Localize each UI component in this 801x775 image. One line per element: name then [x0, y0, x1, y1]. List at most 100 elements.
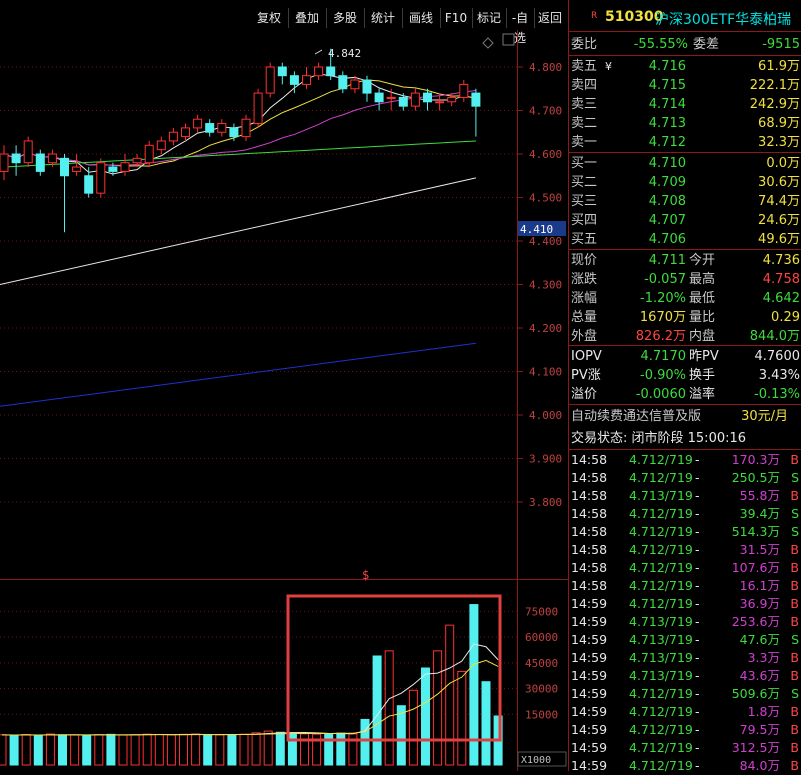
volume-bar[interactable] — [33, 735, 43, 766]
candle-body[interactable] — [326, 66, 336, 77]
candle-body[interactable] — [47, 153, 57, 164]
volume-bar[interactable] — [106, 733, 116, 766]
tick-volume: 1.8万 — [747, 704, 780, 719]
tick-price: 4.712/719 — [629, 542, 693, 557]
candle-body[interactable] — [144, 144, 154, 164]
volume-bar[interactable] — [215, 734, 225, 766]
tick-time: 14:58 — [571, 524, 608, 539]
volume-bar[interactable] — [166, 734, 176, 766]
candle-body[interactable] — [72, 166, 82, 172]
volume-bar[interactable] — [372, 655, 382, 766]
candle-body[interactable] — [229, 127, 239, 138]
volume-bar[interactable] — [408, 689, 418, 766]
volume-bar[interactable] — [191, 733, 201, 766]
candle-body[interactable] — [108, 166, 118, 172]
promo-price[interactable]: 30元/月 — [741, 407, 788, 426]
volume-bar[interactable] — [384, 650, 394, 766]
candle-body[interactable] — [374, 92, 384, 103]
candle-body[interactable] — [302, 75, 311, 85]
volume-bar[interactable] — [0, 734, 7, 766]
candle-body[interactable] — [362, 79, 372, 94]
candle-body[interactable] — [459, 83, 469, 98]
toolbar-watchlist-button[interactable]: -自选 — [506, 8, 535, 45]
tick-price: 4.713/719 — [629, 668, 693, 683]
volume-bar[interactable] — [287, 732, 297, 766]
volume-bar[interactable] — [360, 718, 370, 766]
volume-bar[interactable] — [239, 733, 249, 766]
tick-side: S — [791, 506, 799, 521]
tick-price: 4.712/719 — [629, 506, 693, 521]
candle-body[interactable] — [205, 123, 215, 133]
volume-bar[interactable] — [336, 732, 346, 766]
candle-body[interactable] — [23, 140, 33, 164]
candle-body[interactable] — [289, 75, 299, 85]
volume-bar[interactable] — [396, 705, 406, 766]
candle-body[interactable] — [181, 127, 190, 138]
candle-body[interactable] — [410, 92, 420, 107]
toolbar-f10-button[interactable]: F10 — [440, 8, 473, 28]
candle-body[interactable] — [0, 153, 9, 172]
volume-bar[interactable] — [251, 732, 261, 766]
candle-body[interactable] — [156, 140, 166, 151]
volume-bar[interactable] — [481, 681, 491, 766]
volume-bar[interactable] — [179, 733, 188, 766]
volume-bar[interactable] — [203, 734, 213, 766]
volume-bar[interactable] — [457, 670, 467, 766]
window-toggle-icon[interactable] — [502, 33, 515, 46]
kline-chart-area[interactable]: $ 4.800 4.700 4.600 4.500 4.400 4.300 4.200 4.1… — [0, 30, 568, 771]
kline-chart[interactable]: $ 4.800 4.700 4.600 4.500 4.400 4.300 4.200 4.1… — [0, 30, 568, 771]
toolbar-draw-line-button[interactable]: 画线 — [402, 8, 441, 28]
candle-body[interactable] — [435, 101, 445, 104]
panel-divider-marker[interactable]: $ — [362, 568, 369, 582]
candle-body[interactable] — [241, 118, 251, 138]
volume-bar[interactable] — [94, 734, 104, 766]
candle-body[interactable] — [398, 96, 408, 107]
candle-body[interactable] — [447, 96, 457, 103]
candle-body[interactable] — [338, 75, 348, 90]
candle-body[interactable] — [84, 175, 94, 194]
volume-bar[interactable] — [227, 734, 237, 766]
volume-bar[interactable] — [45, 733, 55, 766]
volume-bar[interactable] — [58, 734, 67, 766]
candle-body[interactable] — [217, 123, 227, 133]
candle-body[interactable] — [471, 92, 481, 107]
candle-body[interactable] — [168, 131, 178, 142]
toolbar-fuquan-button[interactable]: 复权 — [250, 8, 289, 28]
candle-body[interactable] — [132, 157, 142, 164]
promo-row[interactable]: 自动续费通达信普及版 30元/月 — [569, 407, 801, 426]
volume-bar[interactable] — [275, 731, 285, 766]
candle-body[interactable] — [253, 92, 263, 125]
volume-bar[interactable] — [118, 734, 128, 766]
toolbar-multi-stock-button[interactable]: 多股 — [326, 8, 365, 28]
volume-bar[interactable] — [82, 734, 92, 766]
tick-volume: 170.3万 — [731, 452, 780, 467]
volume-bar[interactable] — [263, 730, 273, 766]
toolbar-mark-button[interactable]: 标记 — [472, 8, 507, 28]
candle-body[interactable] — [193, 118, 203, 129]
toolbar-stats-button[interactable]: 统计 — [364, 8, 403, 28]
expand-icon[interactable] — [482, 37, 494, 49]
toolbar-back-button[interactable]: 返回 — [534, 8, 566, 28]
candle-body[interactable] — [120, 162, 130, 172]
volume-bar[interactable] — [21, 734, 31, 766]
candle-body[interactable] — [386, 96, 396, 99]
candle-body[interactable] — [96, 162, 106, 194]
promo-text[interactable]: 自动续费通达信普及版 — [571, 407, 701, 426]
volume-bar[interactable] — [9, 734, 19, 766]
volume-bar[interactable] — [142, 733, 152, 766]
candle-body[interactable] — [277, 66, 287, 77]
toolbar-overlay-button[interactable]: 叠加 — [288, 8, 327, 28]
volume-bar[interactable] — [154, 734, 164, 766]
candle-body[interactable] — [35, 153, 45, 172]
volume-bar[interactable] — [445, 624, 455, 766]
volume-bar[interactable] — [130, 734, 140, 766]
candle-body[interactable] — [11, 153, 21, 164]
candle-body[interactable] — [265, 66, 275, 94]
candle-body[interactable] — [350, 79, 360, 90]
volume-bar[interactable] — [433, 650, 443, 766]
candle-body[interactable] — [60, 157, 69, 177]
volume-bar[interactable] — [421, 667, 430, 766]
candle-body[interactable] — [314, 66, 324, 77]
volume-bar[interactable] — [70, 734, 80, 766]
candle-body[interactable] — [423, 92, 432, 103]
